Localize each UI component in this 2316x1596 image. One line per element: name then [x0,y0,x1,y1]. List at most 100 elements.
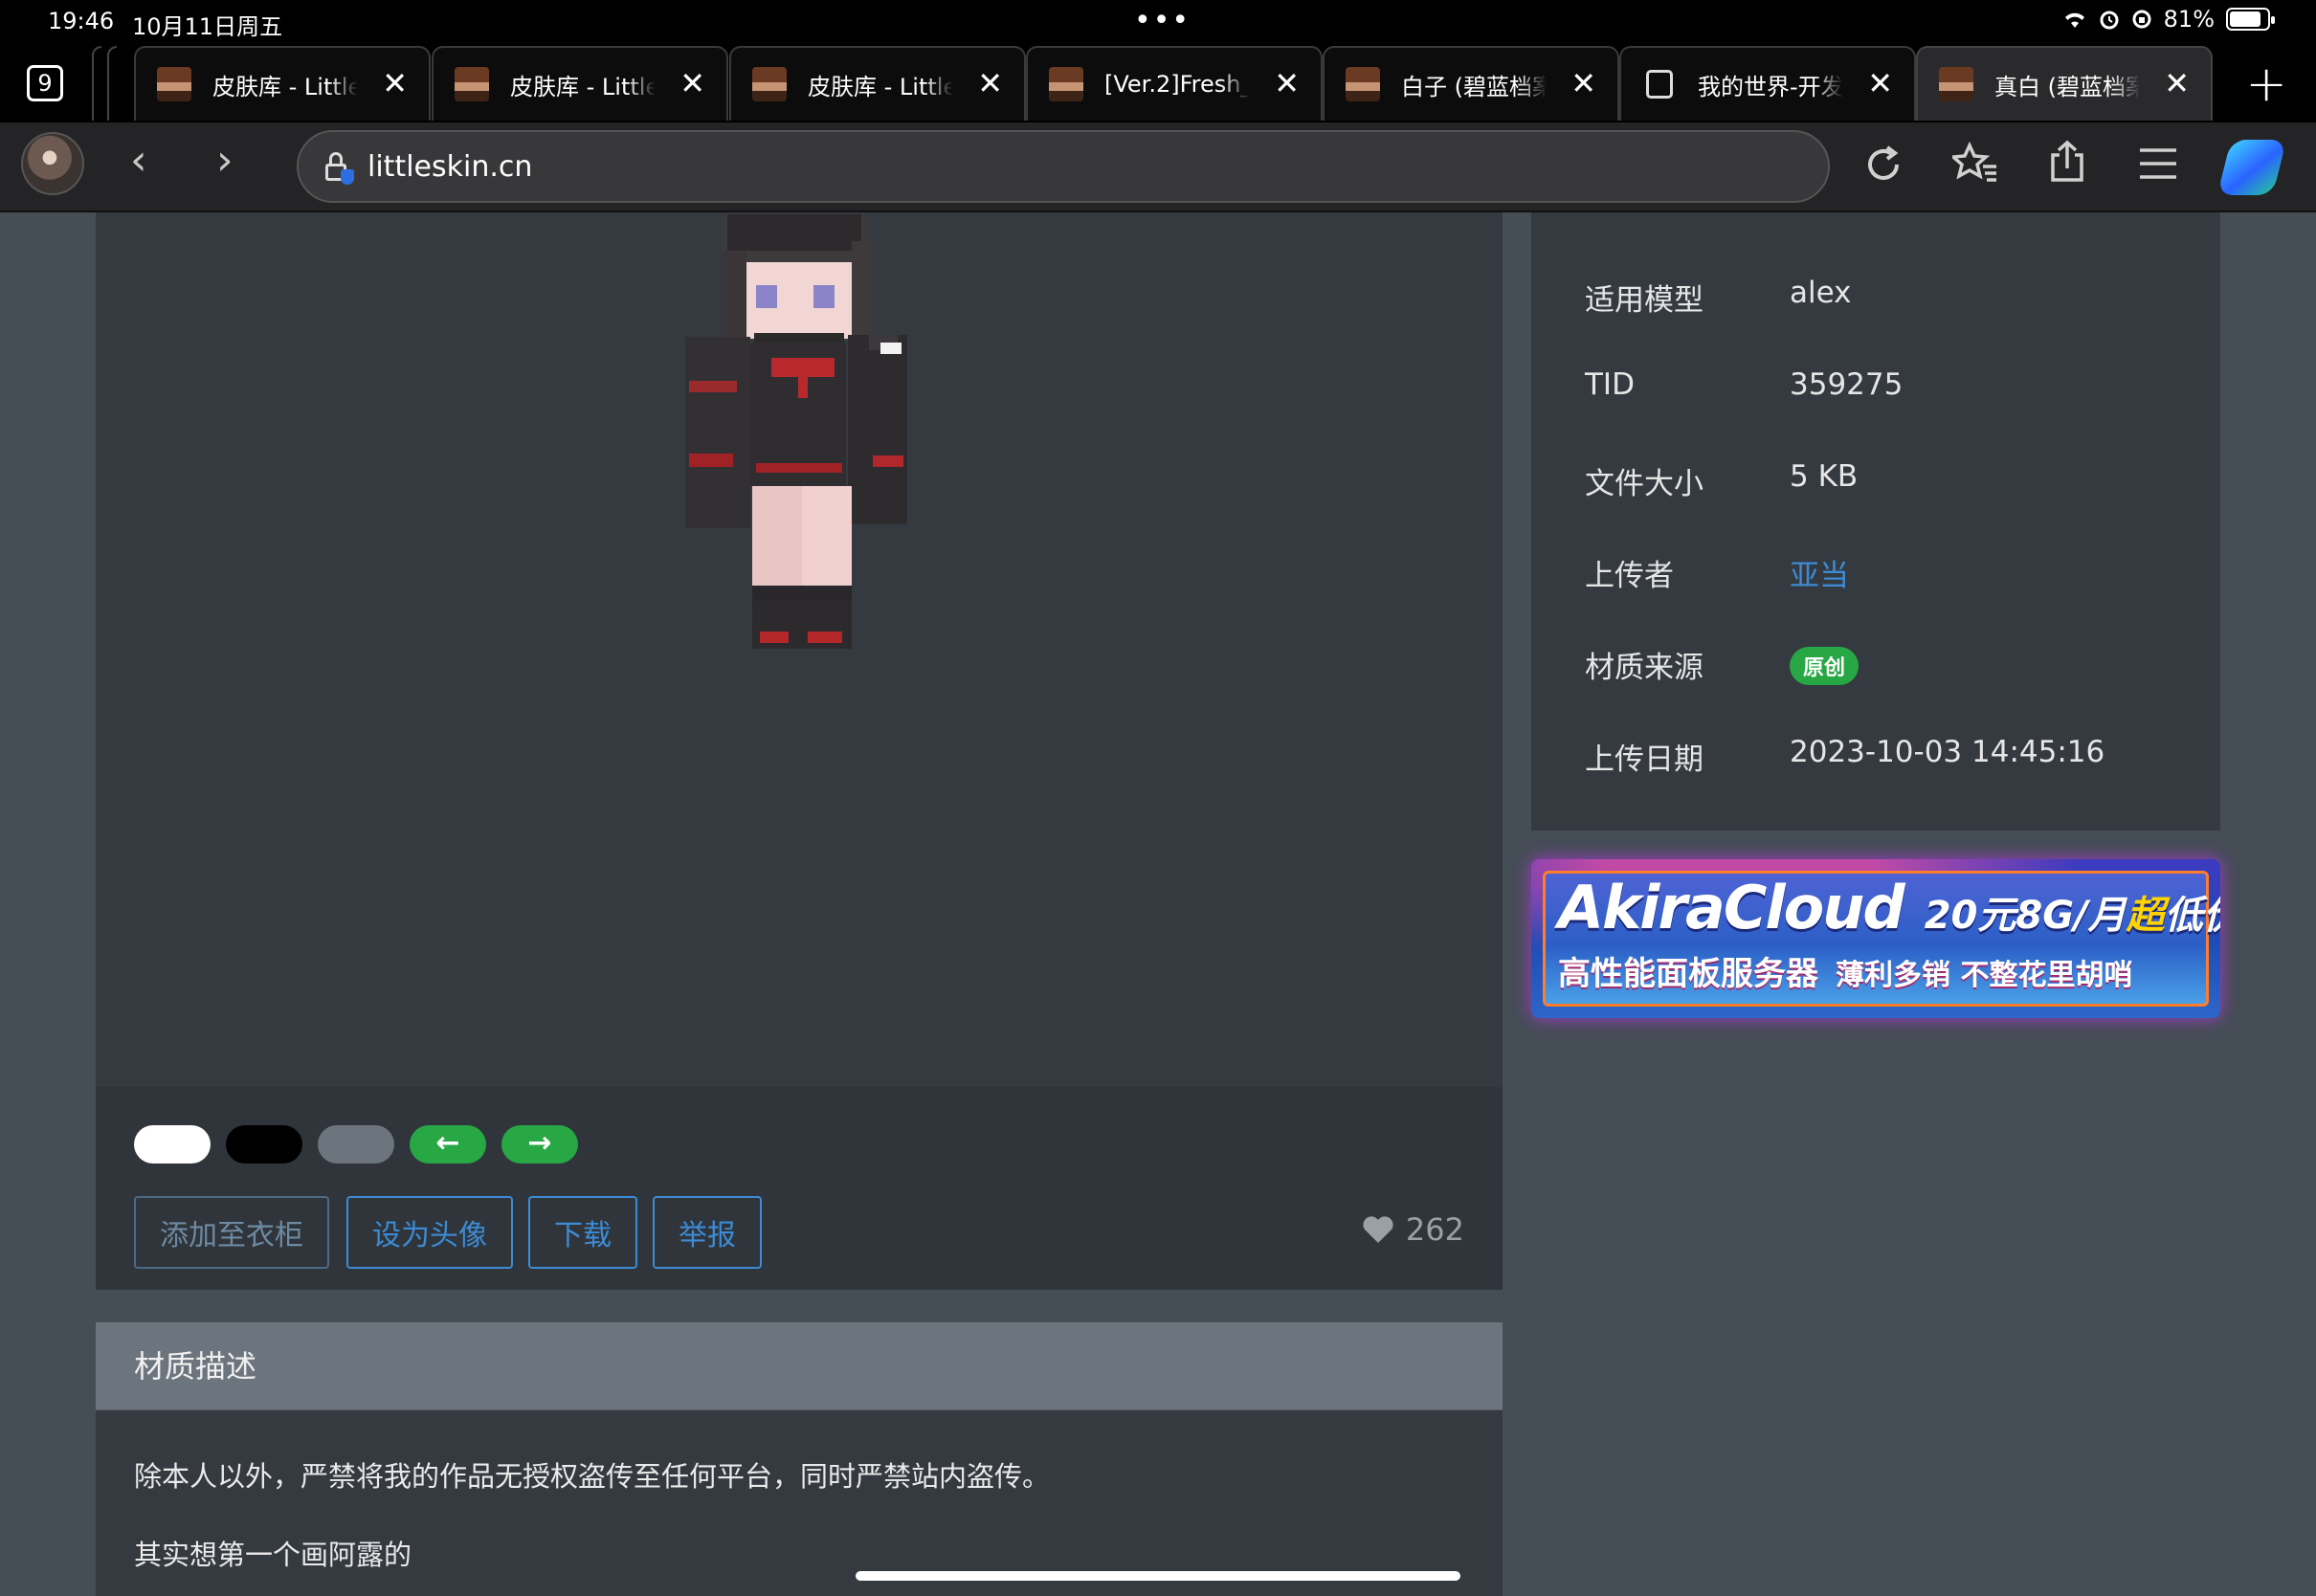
description-paragraph: 除本人以外，严禁将我的作品无授权盗传至任何平台，同时严禁站内盗传。 [134,1460,1051,1493]
ad-price-prefix: 20元8G/月 [1924,894,2127,938]
status-bar: 19:46 10月11日周五 ••• 81% [0,0,2316,44]
set-avatar-button[interactable]: 设为头像 [346,1196,513,1269]
close-icon[interactable]: ✕ [1867,65,1893,101]
alarm-icon [2100,11,2119,30]
browser-tab[interactable]: 皮肤库 - LittleSkin ✕ [432,46,728,121]
tab-title: 皮肤库 - LittleSkin [212,73,358,100]
uploader-link[interactable]: 亚当 [1790,551,1849,594]
source-badge: 原创 [1790,647,1859,685]
report-button[interactable]: 举报 [653,1196,762,1269]
minecraft-head-icon [1939,67,1973,101]
close-icon[interactable]: ✕ [977,65,1003,101]
copilot-icon[interactable] [2216,140,2287,195]
heart-icon [1363,1216,1393,1243]
reload-icon[interactable] [1862,144,1904,186]
tab-title: 皮肤库 - LittleSkin [808,73,953,100]
background-gray-button[interactable] [318,1125,394,1164]
skin-preview[interactable] [96,212,1503,1087]
site-lock-icon[interactable] [323,152,354,185]
close-icon[interactable]: ✕ [1274,65,1300,101]
like-counter[interactable]: 262 [1362,1211,1464,1248]
close-icon[interactable]: ✕ [2164,65,2190,101]
ad-subline-b: 薄利多销 不整花里胡哨 [1836,959,2133,992]
ad-subline: 高性能面板服务器 薄利多销 不整花里胡哨 [1558,947,2132,994]
info-label-source: 材质来源 [1585,651,1704,685]
texture-info-card: 适用模型 alex TID 359275 文件大小 5 KB 上传者 亚当 材质… [1531,212,2220,831]
viewer-controls: ← → 添加至衣柜 设为头像 下载 举报 262 [96,1087,1503,1290]
battery-icon [2226,8,2275,31]
tab-stack-edge [92,46,101,121]
tab-title: [Ver.2]Fresh_ [1104,71,1250,98]
close-icon[interactable]: ✕ [679,65,705,101]
forward-chevron-icon[interactable]: › [216,136,234,185]
menu-icon[interactable] [2138,147,2178,180]
minecraft-head-icon [157,67,191,101]
profile-avatar[interactable] [21,132,84,195]
tab-title: 真白 (碧蓝档案 [1994,73,2140,100]
info-value-model: alex [1790,276,1852,310]
favorites-star-icon[interactable] [1952,142,1998,186]
status-icons: 81% [2062,6,2275,33]
tab-bar: 9 皮肤库 - LittleSkin ✕ 皮肤库 - LittleSkin ✕ … [0,44,2316,122]
info-label-size: 文件大小 [1585,467,1704,501]
battery-percent: 81% [2163,6,2215,33]
ad-price-suffix: 低价! [2164,894,2220,938]
download-button[interactable]: 下载 [528,1196,637,1269]
multitasking-dots-icon[interactable]: ••• [1134,4,1191,37]
previous-background-button[interactable]: ← [410,1125,486,1164]
like-count: 262 [1405,1211,1464,1248]
browser-tab[interactable]: [Ver.2]Fresh_ ✕ [1026,46,1323,121]
ad-price: 20元8G/月超低价! [1925,894,2220,938]
info-label-date: 上传日期 [1585,743,1704,777]
background-white-button[interactable] [134,1125,211,1164]
minecraft-head-icon [752,67,787,101]
skin-3d-model[interactable] [96,212,1503,1087]
address-bar[interactable]: littleskin.cn [297,130,1830,203]
description-body: 除本人以外，严禁将我的作品无授权盗传至任何平台，同时严禁站内盗传。 其实想第一个… [96,1454,1503,1573]
tab-overview-button[interactable]: 9 [27,65,63,101]
info-value-date: 2023-10-03 14:45:16 [1790,735,2105,769]
url-text[interactable]: littleskin.cn [367,150,532,184]
info-label-model: 适用模型 [1585,283,1704,318]
orientation-lock-icon [2132,10,2151,29]
browser-tab-active[interactable]: 真白 (碧蓝档案 ✕ [1916,46,2213,121]
minecraft-head-icon [455,67,489,101]
background-black-button[interactable] [226,1125,302,1164]
description-heading: 材质描述 [96,1322,1503,1410]
ad-subline-a: 高性能面板服务器 [1558,955,1818,993]
ad-brand: AkiraCloud [1558,873,1905,942]
akiracloud-ad-banner[interactable]: AkiraCloud 20元8G/月超低价! 高性能面板服务器薄利多销 不整花里胡… [1531,859,2220,1018]
browser-tab[interactable]: 白子 (碧蓝档案 ✕ [1323,46,1619,121]
browser-toolbar: ‹ › littleskin.cn [0,122,2316,212]
wifi-icon [2064,12,2084,28]
tab-title: 皮肤库 - LittleSkin [510,73,656,100]
tab-stack-edge [107,46,117,121]
home-indicator[interactable] [856,1571,1460,1581]
back-chevron-icon[interactable]: ‹ [130,136,147,185]
status-time: 19:46 [48,8,115,34]
add-to-closet-button[interactable]: 添加至衣柜 [134,1196,329,1269]
minecraft-head-icon [1049,67,1083,101]
page-icon [1646,70,1673,99]
close-icon[interactable]: ✕ [382,65,408,101]
info-label-tid: TID [1585,367,1635,402]
description-paragraph: 其实想第一个画阿露的 [134,1539,412,1571]
arrow-right-icon: → [527,1126,552,1160]
description-card: 材质描述 除本人以外，严禁将我的作品无授权盗传至任何平台，同时严禁站内盗传。 其… [96,1322,1503,1596]
ad-headline: AkiraCloud 20元8G/月超低价! [1558,873,2220,942]
info-value-tid: 359275 [1790,367,1904,402]
minecraft-head-icon [1346,67,1380,101]
status-date: 10月11日周五 [132,13,283,40]
new-tab-plus-icon[interactable]: + [2245,55,2287,113]
share-icon[interactable] [2048,140,2086,184]
tab-title: 白子 (碧蓝档案 [1401,73,1547,100]
tab-title: 我的世界-开发 [1698,73,1843,100]
close-icon[interactable]: ✕ [1570,65,1596,101]
info-value-size: 5 KB [1790,459,1859,494]
browser-tab[interactable]: 我的世界-开发 ✕ [1619,46,1916,121]
ad-price-highlight: 超 [2126,894,2165,938]
browser-tab[interactable]: 皮肤库 - LittleSkin ✕ [134,46,431,121]
next-background-button[interactable]: → [501,1125,578,1164]
arrow-left-icon: ← [435,1126,460,1160]
browser-tab[interactable]: 皮肤库 - LittleSkin ✕ [729,46,1026,121]
